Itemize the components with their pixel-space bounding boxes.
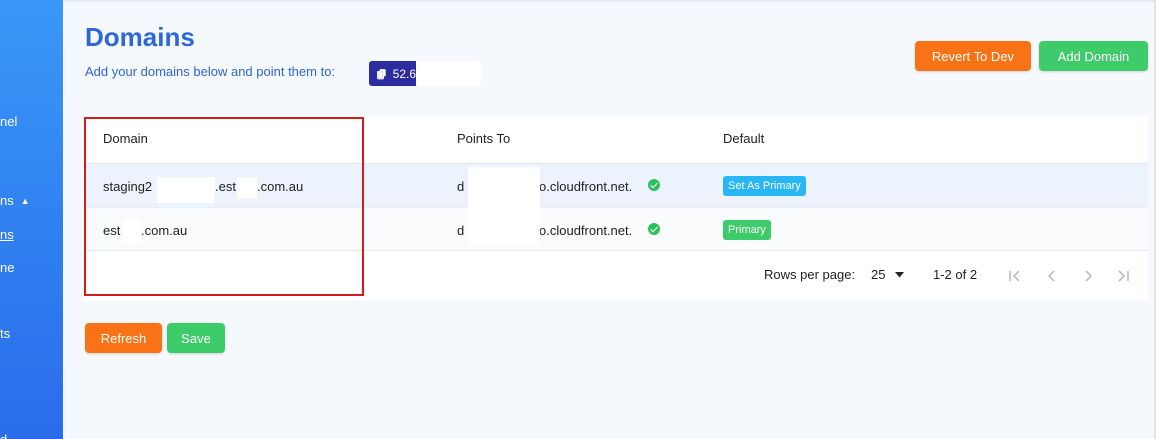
page-subtitle: Add your domains below and point them to…: [85, 64, 336, 79]
page-title: Domains: [85, 22, 195, 52]
redaction-mask: [468, 167, 540, 247]
domain-cell-part: .com.au: [257, 179, 304, 194]
redaction-mask: [123, 219, 141, 243]
column-header-default[interactable]: Default: [723, 131, 764, 146]
domain-cell-part: .com.au: [141, 223, 188, 238]
sidebar-item-domains-group[interactable]: ns ▲: [0, 193, 30, 208]
sidebar-item-bottom[interactable]: d: [0, 432, 7, 439]
redaction-mask: [237, 177, 257, 199]
set-as-primary-button[interactable]: Set As Primary: [723, 176, 806, 196]
sidebar-item-panel[interactable]: nel: [0, 114, 17, 129]
verified-check-icon: [648, 223, 660, 235]
save-button[interactable]: Save: [167, 323, 225, 353]
domain-cell-part: staging2: [103, 179, 153, 194]
ip-address: 52.6: [392, 66, 416, 81]
verified-check-icon: [648, 179, 660, 191]
rows-per-page-select[interactable]: 25: [871, 267, 905, 287]
previous-page-icon[interactable]: [1045, 269, 1059, 283]
points-to-cell-part: o.cloudfront.net.: [539, 223, 633, 238]
rows-per-page-label: Rows per page:: [764, 267, 856, 282]
sidebar-item-label: ts: [0, 326, 11, 341]
points-to-cell-part: d: [457, 179, 465, 194]
copy-icon: [377, 68, 386, 79]
table-row[interactable]: staging2 .est .com.au d o.cloudfront.net…: [85, 163, 1148, 207]
redaction-mask: [157, 177, 215, 203]
sidebar: nel ns ▲ ns ne ts d: [0, 0, 63, 439]
primary-badge: Primary: [723, 220, 771, 240]
rows-per-page-value: 25: [871, 267, 886, 282]
domain-cell-part: .est: [215, 179, 236, 194]
sidebar-item-domains[interactable]: ns: [0, 227, 14, 242]
add-domain-button[interactable]: Add Domain: [1039, 41, 1148, 71]
points-to-cell-part: d: [457, 223, 465, 238]
domains-table: Domain Points To Default staging2 .est .…: [85, 115, 1148, 301]
sidebar-item-settings[interactable]: ts: [0, 326, 10, 341]
sidebar-item-label: d: [0, 432, 7, 439]
revert-to-dev-button[interactable]: Revert To Dev: [915, 41, 1031, 71]
sidebar-item-label: nel: [0, 114, 18, 129]
next-page-icon[interactable]: [1081, 269, 1095, 283]
ip-copy-chip[interactable]: 52.6: [369, 61, 481, 86]
sidebar-item-label: ns: [0, 193, 14, 208]
sidebar-item-label: ne: [0, 260, 15, 275]
caret-down-icon: [895, 272, 905, 278]
caret-up-icon: ▲: [20, 196, 30, 206]
points-to-cell-part: o.cloudfront.net.: [539, 179, 633, 194]
top-divider: [63, 0, 1156, 2]
column-header-points-to[interactable]: Points To: [457, 131, 510, 146]
table-row[interactable]: est .com.au d o.cloudfront.net. Primary: [85, 207, 1148, 251]
column-header-domain[interactable]: Domain: [103, 131, 148, 146]
sidebar-item-zone[interactable]: ne: [0, 260, 14, 275]
domain-cell-part: est: [103, 223, 121, 238]
last-page-icon[interactable]: [1116, 269, 1130, 283]
ip-chip-content: 52.6: [369, 61, 416, 86]
main-content: Domains Add your domains below and point…: [63, 0, 1156, 439]
sidebar-item-label: ns: [0, 227, 14, 242]
refresh-button[interactable]: Refresh: [85, 323, 162, 353]
pagination-range: 1-2 of 2: [933, 267, 978, 282]
first-page-icon[interactable]: [1008, 269, 1022, 283]
